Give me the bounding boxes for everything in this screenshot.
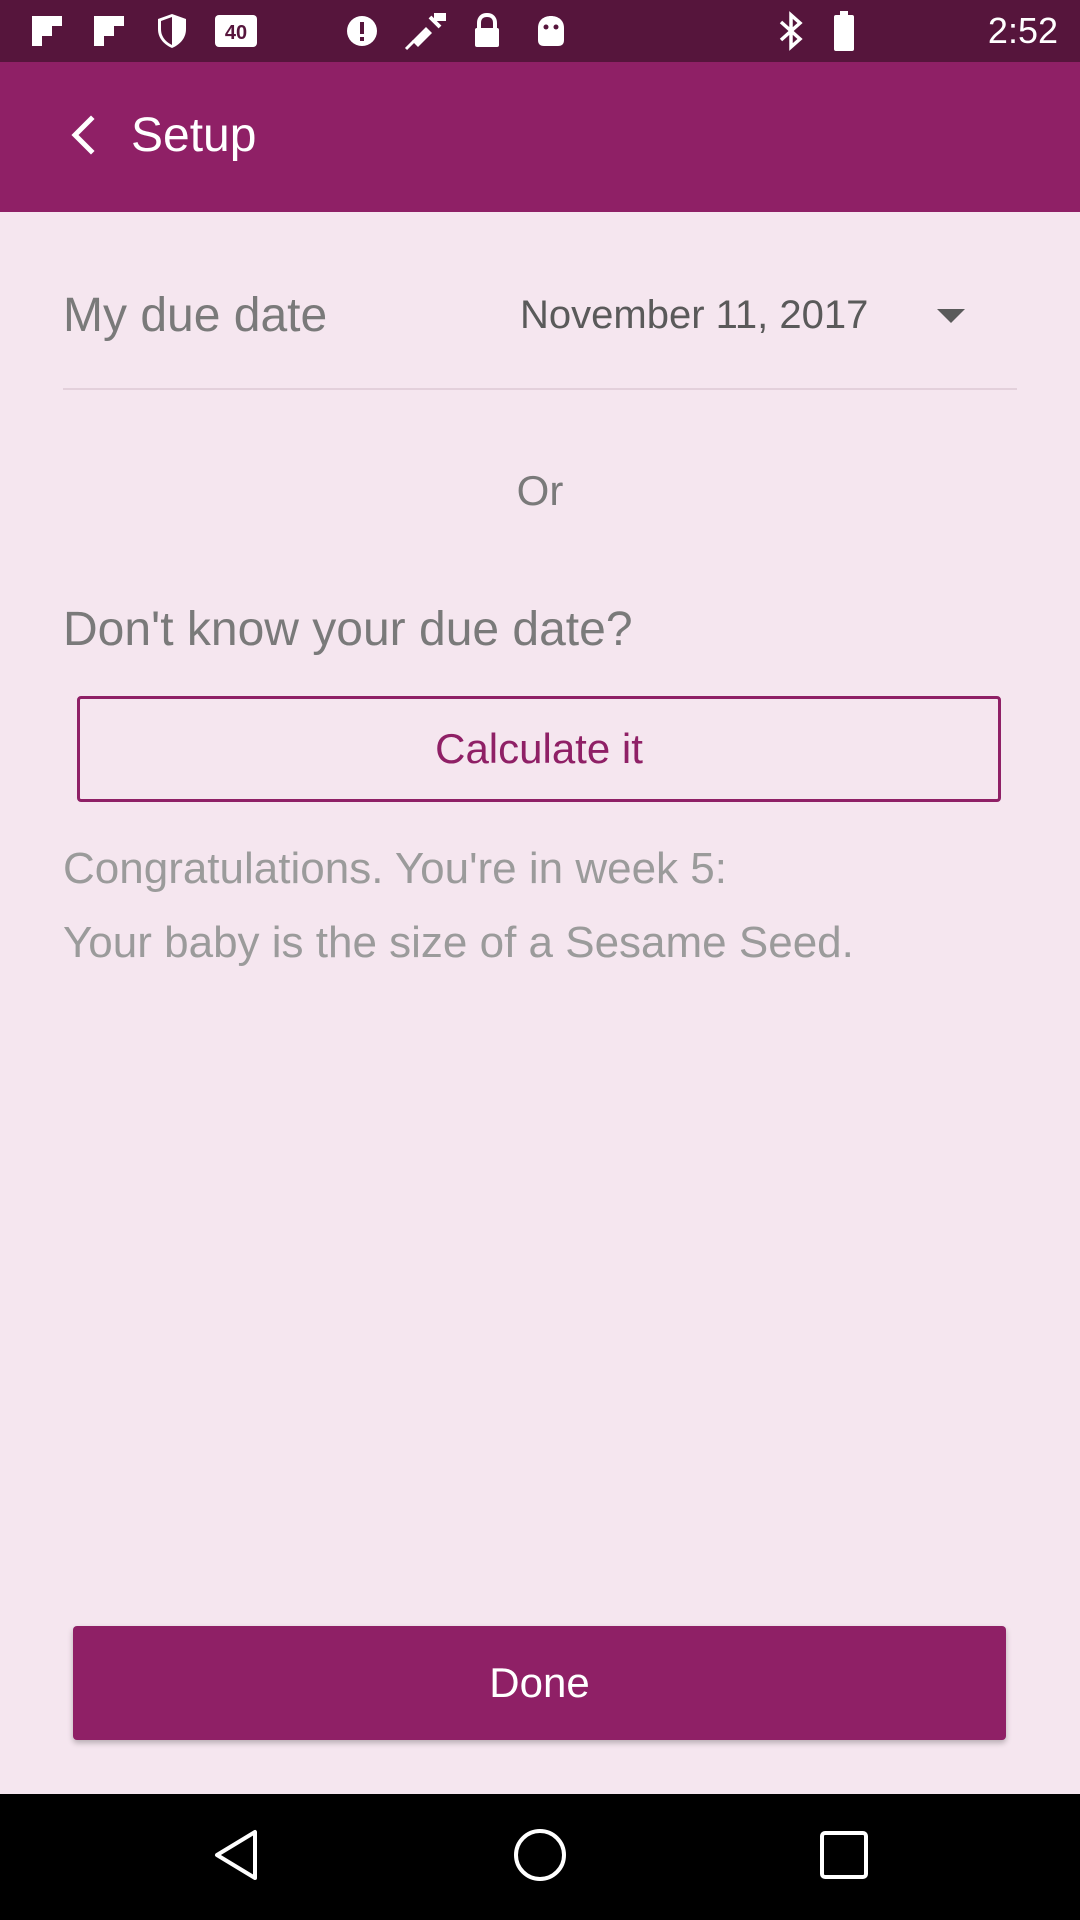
status-bar: 40 2:52: [0, 0, 1080, 62]
bluetooth-icon: [776, 11, 806, 51]
triangle-back-icon: [211, 1828, 261, 1887]
svg-text:40: 40: [225, 22, 247, 44]
status-clock: 2:52: [987, 10, 1058, 51]
badge-40-icon: 40: [214, 12, 258, 50]
circle-home-icon: [512, 1827, 568, 1888]
alert-circle-icon: [344, 12, 380, 50]
battery-icon: [832, 11, 856, 51]
dropdown-arrow-icon: [936, 307, 966, 330]
due-date-picker[interactable]: November 11, 2017: [520, 290, 980, 340]
nav-back-button[interactable]: [206, 1827, 266, 1887]
dont-know-question: Don't know your due date?: [63, 603, 633, 656]
back-button[interactable]: [52, 107, 112, 167]
done-button[interactable]: Done: [73, 1626, 1006, 1740]
baby-size-message: Your baby is the size of a Sesame Seed.: [63, 918, 854, 967]
navigation-bar: [0, 1794, 1080, 1920]
setup-content: My due date November 11, 2017 Or Don't k…: [0, 212, 1080, 1794]
done-button-label: Done: [489, 1659, 590, 1706]
page-title: Setup: [131, 109, 257, 162]
calculate-button-label: Calculate it: [435, 725, 643, 772]
flipboard-icon: [28, 12, 66, 50]
square-recents-icon: [819, 1830, 869, 1885]
app-bar: Setup: [0, 62, 1080, 212]
week-message: Congratulations. You're in week 5:: [63, 844, 727, 893]
satellite-icon: [404, 12, 448, 51]
or-separator: Or: [516, 467, 564, 514]
calculate-button[interactable]: Calculate it: [77, 696, 1001, 802]
nav-recents-button[interactable]: [814, 1827, 874, 1887]
nav-home-button[interactable]: [510, 1827, 570, 1887]
due-date-label: My due date: [63, 289, 328, 342]
chevron-left-icon: [65, 114, 99, 160]
flipboard-icon: [90, 12, 128, 50]
divider: [63, 388, 1017, 390]
shield-icon: [154, 12, 190, 50]
due-date-value: November 11, 2017: [520, 292, 869, 337]
android-icon: [533, 12, 569, 50]
lock-icon: [470, 12, 504, 50]
